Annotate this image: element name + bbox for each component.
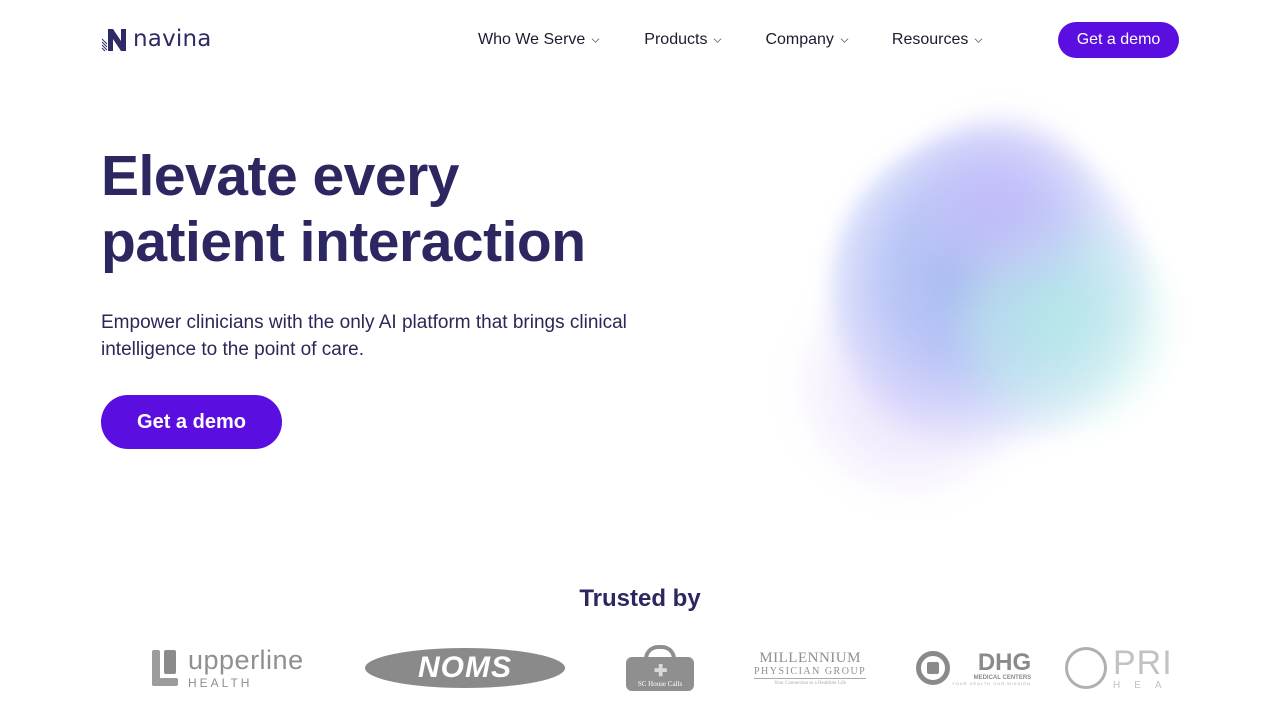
logo-privia-health: PRI HEA: [1065, 640, 1170, 696]
chevron-down-icon: [714, 37, 722, 43]
hero-title-line-1: Elevate every: [101, 144, 459, 208]
site-header: navina Who We Serve Products Company Res…: [0, 0, 1280, 80]
logo-text: SC House Calls: [637, 680, 683, 688]
logo-tagline: Your Connection to a Healthier Life: [774, 681, 847, 686]
logo-text: NOMS: [418, 651, 512, 684]
header-get-demo-button[interactable]: Get a demo: [1058, 22, 1179, 58]
brand-logo[interactable]: navina: [101, 26, 212, 53]
logo-text: upperline: [188, 645, 304, 675]
logo-text: DHG: [977, 648, 1032, 676]
hero-title: Elevate every patient interaction: [101, 143, 586, 275]
nav-item-products[interactable]: Products: [644, 31, 722, 49]
privia-ring-icon: [1065, 647, 1107, 689]
logo-text: PRI: [1113, 643, 1170, 682]
dhg-logo-icon: [916, 651, 950, 685]
nav-item-company[interactable]: Company: [765, 31, 849, 49]
hero-subtitle: Empower clinicians with the only AI plat…: [101, 312, 627, 360]
logo-tagline: YOUR HEALTH OUR MISSION: [952, 680, 1032, 686]
logo-dhg-medical-centers: DHG MEDICAL CENTERS YOUR HEALTH OUR MISS…: [916, 640, 1031, 696]
nav-item-label: Company: [765, 31, 834, 48]
chevron-down-icon: [840, 37, 849, 43]
navina-logo-icon: [101, 29, 126, 52]
chevron-down-icon: [974, 37, 983, 43]
nav-item-who-we-serve[interactable]: Who We Serve: [478, 31, 600, 49]
logo-millennium-physician-group: MILLENNIUM PHYSICIAN GROUP Your Connecti…: [754, 640, 867, 696]
trusted-by-title: Trusted by: [579, 585, 701, 612]
main-nav: Who We Serve Products Company Resources: [478, 22, 983, 58]
logo-subtext: HEA: [1113, 679, 1170, 691]
nav-item-label: Resources: [891, 31, 969, 48]
medical-bag-icon: ✚ SC House Calls: [626, 645, 694, 691]
chevron-down-icon: [591, 37, 600, 43]
hero-gradient-blob: [760, 90, 1200, 510]
hero-title-line-2: patient interaction: [101, 210, 586, 274]
logo-sc-house-calls: ✚ SC House Calls: [626, 640, 694, 696]
logo-subtext: HEALTH: [188, 676, 253, 690]
customer-logos-carousel: upperline HEALTH NOMS ✚ SC House Calls M…: [140, 640, 1170, 700]
logo-subtext: PHYSICIAN GROUP: [754, 666, 867, 679]
brand-name: navina: [133, 26, 212, 52]
nav-item-label: Products: [644, 31, 708, 48]
nav-item-label: Who We Serve: [478, 31, 586, 48]
logo-noms: NOMS: [365, 640, 565, 696]
logo-upperline-health: upperline HEALTH: [152, 640, 304, 696]
upperline-logo-icon: [152, 650, 178, 686]
nav-item-resources[interactable]: Resources: [892, 31, 983, 49]
hero-get-demo-button[interactable]: Get a demo: [101, 395, 282, 449]
logo-text: MILLENNIUM: [759, 650, 861, 666]
